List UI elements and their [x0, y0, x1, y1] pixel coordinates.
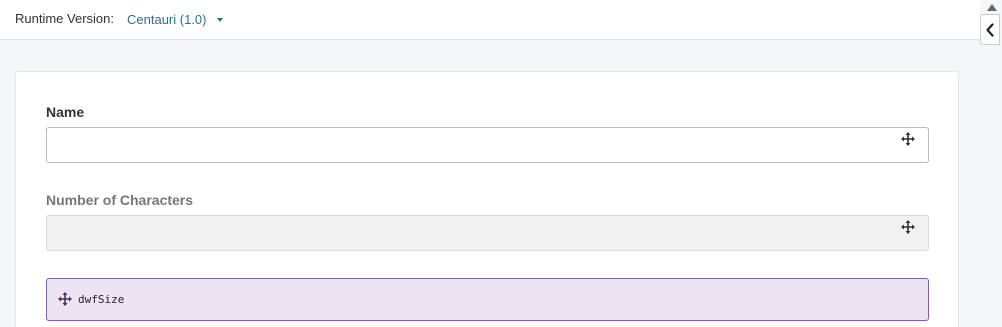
dwf-size-block[interactable]: dwfSize — [46, 278, 929, 321]
name-field[interactable] — [46, 127, 929, 163]
collapse-panel-button[interactable] — [980, 14, 1000, 45]
form-card: Name Number of Characters dwfSize — [15, 71, 959, 327]
move-icon[interactable] — [901, 220, 915, 234]
chevron-left-icon — [986, 23, 994, 37]
scroll-up-arrow-icon[interactable] — [987, 4, 997, 11]
top-bar: Runtime Version: Centauri (1.0) — [0, 0, 980, 40]
move-icon[interactable] — [58, 292, 72, 306]
runtime-version-value[interactable]: Centauri (1.0) — [127, 12, 206, 27]
dwf-size-label: dwfSize — [78, 293, 125, 306]
number-of-characters-field — [46, 215, 929, 251]
caret-down-icon[interactable] — [217, 18, 224, 22]
page: Runtime Version: Centauri (1.0) Name Num… — [0, 0, 1002, 327]
runtime-version-dropdown[interactable]: Centauri (1.0) — [127, 9, 224, 29]
move-icon[interactable] — [901, 132, 915, 146]
runtime-version-label: Runtime Version: — [15, 11, 114, 26]
name-label: Name — [46, 104, 85, 120]
right-rail — [980, 0, 1002, 327]
number-of-characters-label: Number of Characters — [46, 192, 194, 208]
